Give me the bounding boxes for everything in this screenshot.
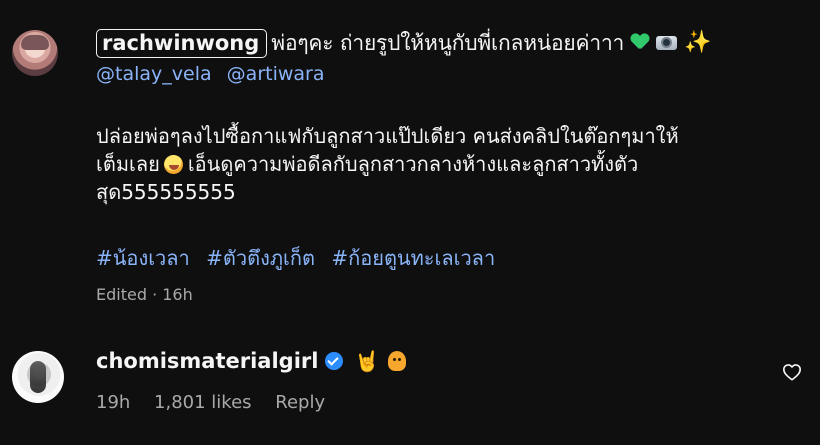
comment-body-line: เต็มเลย เอ็นดูความพ่อดีลกับลูกสาวกลางห้าง… — [96, 150, 786, 178]
reply-likes[interactable]: 1,801 likes — [154, 392, 252, 413]
comment-body-line: ปล่อยพ่อๆลงไปซื้อกาแฟกับลูกสาวแป๊ปเดียว … — [96, 124, 679, 148]
comment-body-line: สุด555555555 — [96, 180, 236, 204]
camera-icon — [656, 36, 678, 50]
green-heart-icon — [631, 34, 649, 50]
comment-body: ปล่อยพ่อๆลงไปซื้อกาแฟกับลูกสาวแป๊ปเดียว … — [96, 122, 786, 206]
instagram-comment-thread: rachwinwong พ่อๆคะ ถ่ายรูปให้หนูกับพี่เก… — [0, 0, 820, 445]
comment-meta: Edited · 16h — [96, 285, 193, 304]
comment-body-text: เต็มเลย — [96, 152, 160, 176]
verified-badge-icon — [325, 352, 344, 370]
comment-username[interactable]: rachwinwong — [96, 28, 268, 58]
reply-meta: 19h 1,801 likes Reply — [96, 392, 343, 413]
reply-button[interactable]: Reply — [275, 392, 325, 413]
mention-link[interactable]: @talay_vela — [96, 63, 212, 85]
reply-header: chomismaterialgirl 🤘 — [96, 349, 407, 373]
reply-time: 19h — [96, 392, 131, 413]
rachwinwong-avatar[interactable] — [12, 30, 58, 76]
like-heart-icon[interactable] — [782, 363, 802, 381]
hugging-face-icon — [388, 351, 407, 371]
hashtag-link[interactable]: #ตัวตึงภูเก็ต — [206, 246, 315, 270]
comment-header-line: rachwinwong พ่อๆคะ ถ่ายรูปให้หนูกับพี่เก… — [96, 28, 712, 58]
mention-link[interactable]: @artiwara — [227, 63, 325, 85]
reply-username[interactable]: chomismaterialgirl — [96, 349, 318, 373]
hashtag-link[interactable]: #น้องเวลา — [96, 246, 190, 270]
hashtag-link[interactable]: #ก้อยตูนทะเลเวลา — [331, 246, 495, 270]
sparkles-icon: ✨ — [684, 30, 712, 55]
rock-hand-icon: 🤘 — [354, 349, 380, 373]
chomismaterialgirl-avatar[interactable] — [12, 351, 64, 403]
comment-hashtags: #น้องเวลา #ตัวตึงภูเก็ต #ก้อยตูนทะเลเวลา — [96, 242, 505, 274]
comment-body-text: เอ็นดูความพ่อดีลกับลูกสาวกลางห้างและลูกส… — [187, 152, 639, 176]
laughing-face-icon — [163, 155, 183, 174]
comment-caption-first-line: พ่อๆคะ ถ่ายรูปให้หนูกับพี่เกลหน่อยค่าาา — [271, 30, 625, 55]
comment-mentions: @talay_vela @artiwara — [96, 63, 334, 85]
